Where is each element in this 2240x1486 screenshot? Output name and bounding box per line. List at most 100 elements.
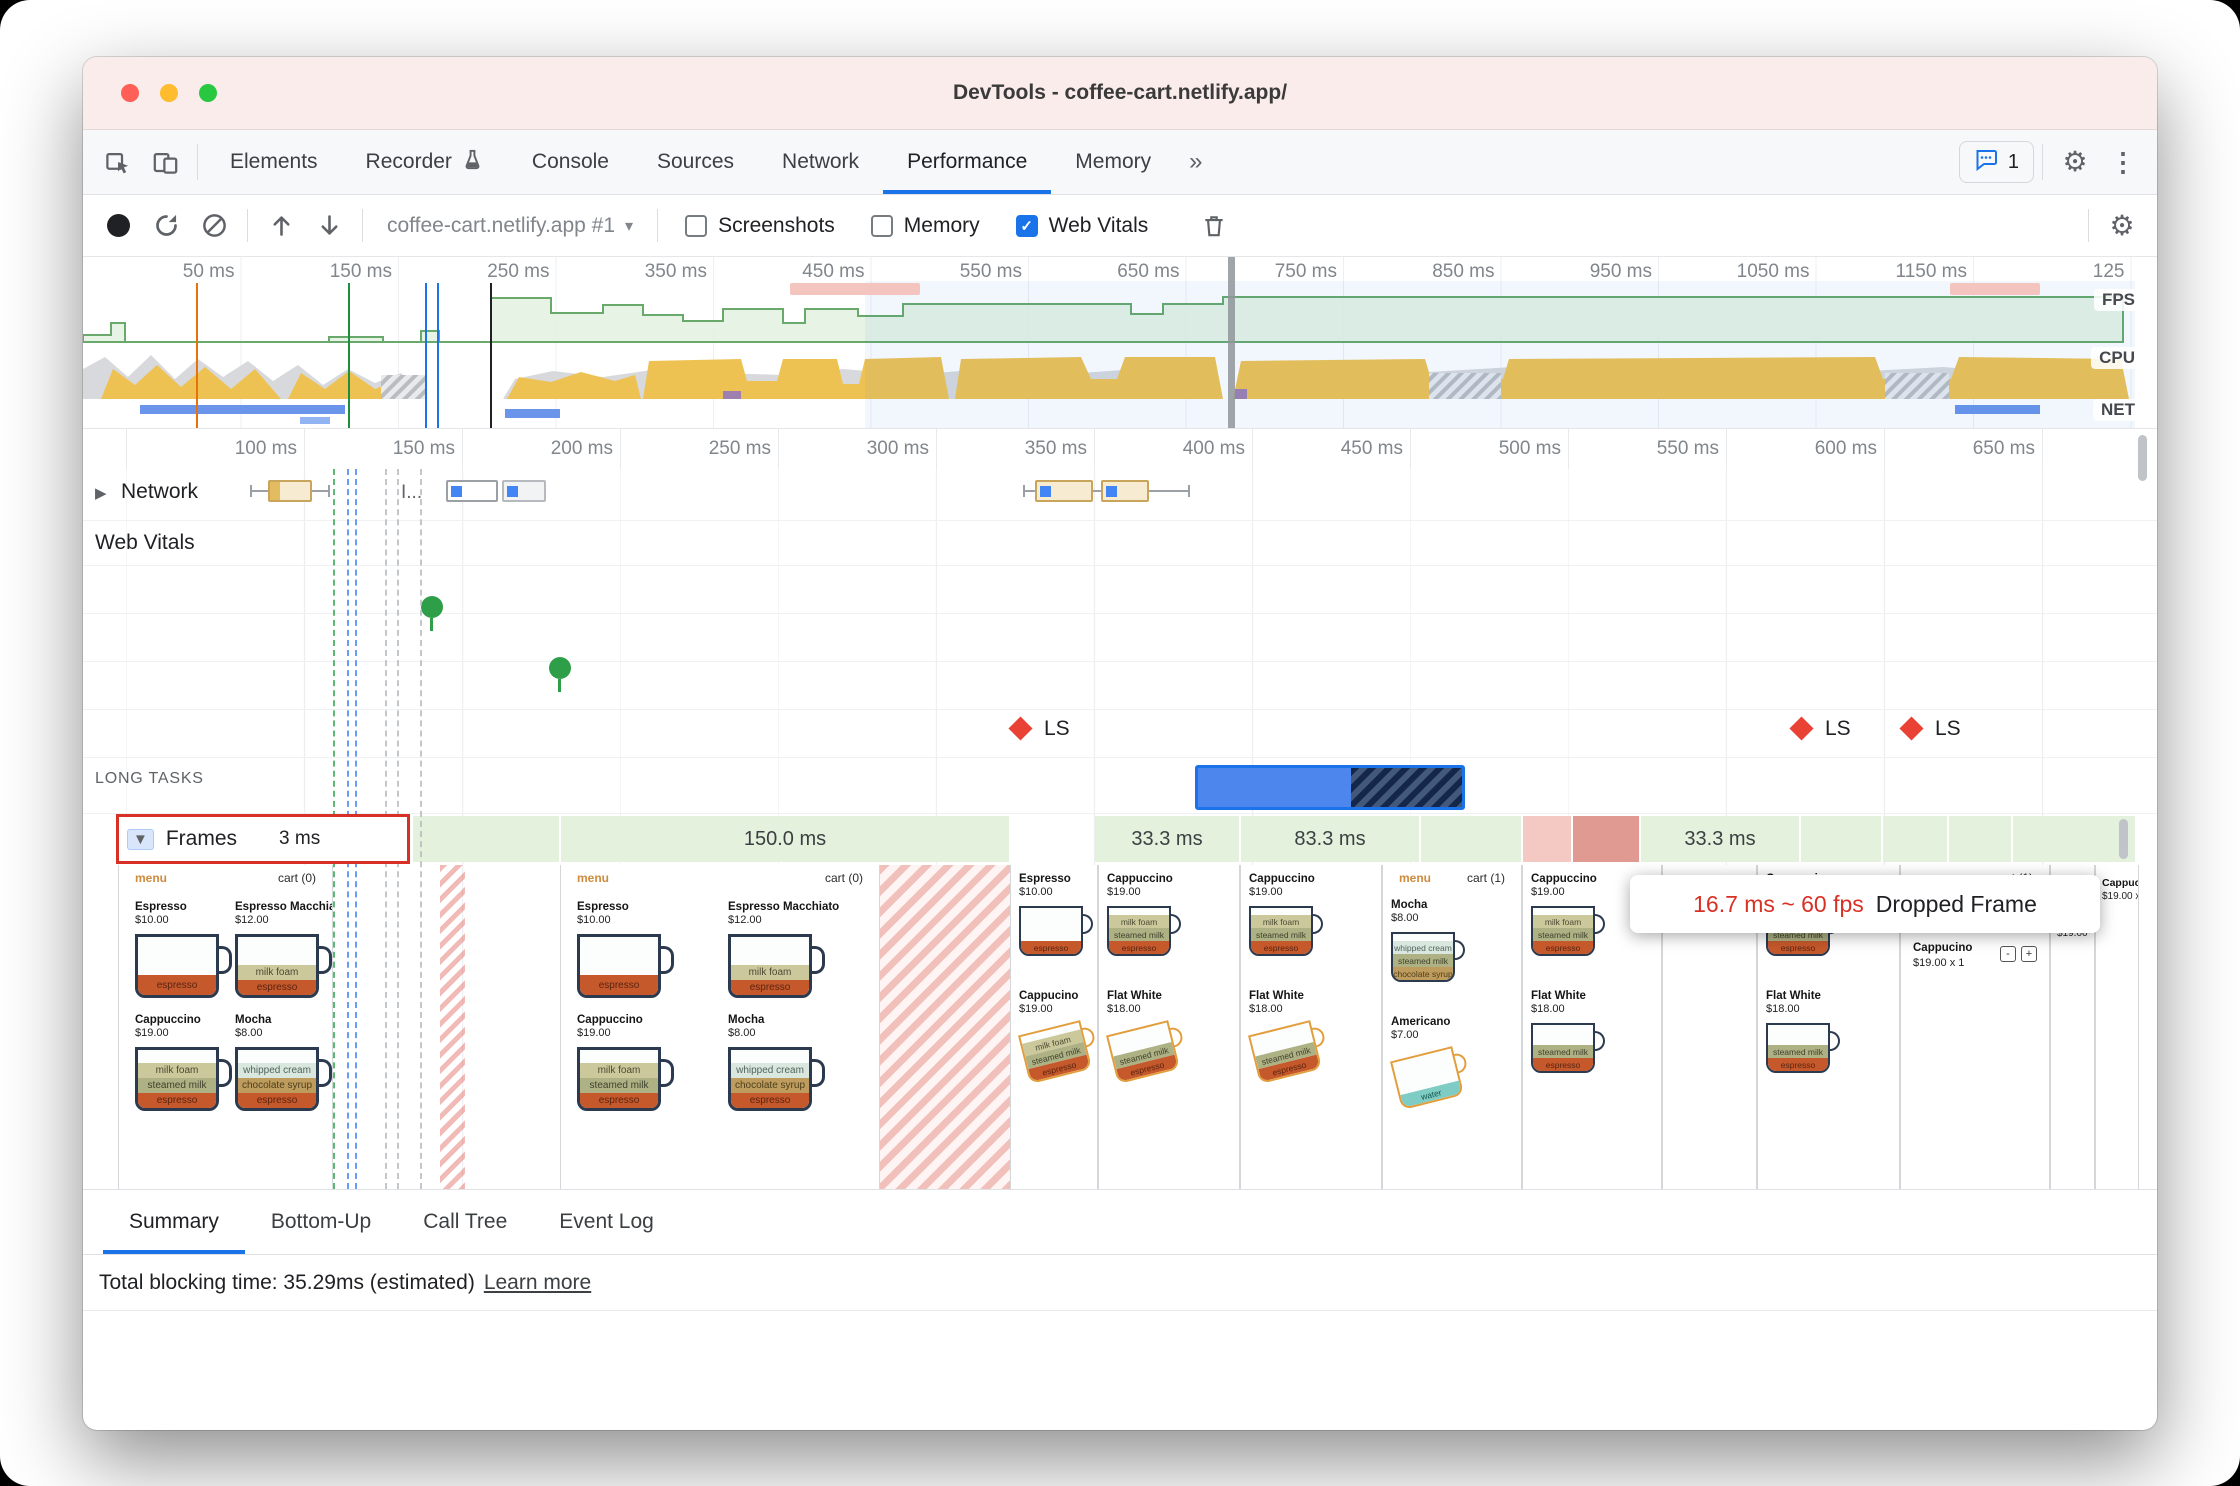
product-price: $18.00 — [1531, 1003, 1565, 1015]
ruler-tick-label: 300 ms — [866, 438, 929, 459]
timeline-ruler: 100 ms 150 ms 200 ms 250 ms 300 ms 350 ms 400 … — [83, 429, 2157, 469]
device-toolbar-icon[interactable] — [141, 139, 189, 185]
network-request-bar[interactable] — [502, 480, 546, 502]
frame-duration-label: 3 ms — [279, 828, 321, 849]
checkbox-unchecked[interactable] — [685, 214, 708, 237]
network-request-bar[interactable] — [1101, 480, 1149, 502]
clear-recording-icon[interactable] — [191, 204, 237, 248]
product: Espresso Macchiato $12.00 milk foamespre… — [227, 893, 332, 1006]
tab-memory[interactable]: Memory — [1051, 130, 1175, 194]
product-name: Espresso Macchiato — [728, 901, 840, 913]
tab-summary[interactable]: Summary — [103, 1190, 245, 1254]
layout-shift-marker[interactable] — [1008, 716, 1033, 741]
filmstrip-frame[interactable]: Espresso $10.00 espresso Cappucino $19.0… — [1010, 865, 1098, 1189]
network-request-bar[interactable] — [446, 480, 498, 502]
tab-label: Summary — [129, 1210, 219, 1233]
save-profile-icon[interactable] — [306, 204, 352, 248]
product: Cappucino $19.00 milk foam steamed milk es… — [1011, 982, 1097, 1085]
frames-track-header-selected[interactable]: ▼ Frames 3 ms — [116, 814, 410, 864]
collapse-triangle-icon[interactable]: ▼ — [127, 828, 154, 850]
partial-frame-segment[interactable] — [1523, 816, 1571, 862]
frame-segment[interactable]: 83.3 ms — [1241, 816, 1419, 862]
tab-performance[interactable]: Performance — [883, 130, 1051, 194]
frames-track-label: Frames — [165, 827, 238, 850]
frame-segment[interactable]: 33.3 ms — [1641, 816, 1799, 862]
product-price: $19.00 — [1019, 1003, 1053, 1015]
frame-segment[interactable] — [1949, 816, 2011, 862]
inspect-element-icon[interactable] — [93, 139, 141, 185]
product-price: $19.00 — [1249, 886, 1283, 898]
web-vitals-checkbox[interactable]: ✓ Web Vitals — [1015, 214, 1148, 238]
filmstrip-frame[interactable]: Cappuccino $19.00 milk foamsteamed milke… — [1240, 865, 1382, 1189]
network-request-bar[interactable] — [268, 480, 312, 502]
overview-cursor[interactable] — [1228, 257, 1235, 428]
dropped-frame-segment[interactable] — [1573, 816, 1639, 862]
network-request-bar[interactable] — [1035, 480, 1093, 502]
settings-gear-icon[interactable]: ⚙ — [2051, 139, 2099, 185]
network-track-expander[interactable]: ▶ — [95, 484, 107, 502]
zoom-window-button[interactable] — [199, 84, 217, 102]
frame-segment[interactable]: 150.0 ms — [561, 816, 1009, 862]
tab-elements[interactable]: Elements — [206, 130, 342, 194]
product-price: $8.00 — [235, 1027, 263, 1039]
frame-segment[interactable] — [1801, 816, 1881, 862]
memory-checkbox[interactable]: Memory — [870, 214, 980, 238]
web-vital-good-marker[interactable] — [421, 596, 443, 631]
record-button[interactable] — [95, 204, 141, 248]
cup-layer: steamed milk — [138, 1078, 216, 1093]
load-profile-icon[interactable] — [258, 204, 304, 248]
learn-more-link[interactable]: Learn more — [484, 1271, 591, 1295]
timeline-tracks[interactable]: ▶ Network I... Web Vitals LS LS LS LONG … — [83, 469, 2157, 1190]
frame-segment[interactable] — [1883, 816, 1947, 862]
close-window-button[interactable] — [121, 84, 139, 102]
capture-settings-gear-icon[interactable]: ⚙ — [2099, 204, 2145, 248]
tab-recorder[interactable]: Recorder — [342, 130, 508, 194]
tab-call-tree[interactable]: Call Tree — [397, 1190, 533, 1254]
product: Espresso $10.00 espresso — [569, 893, 720, 1006]
product: Cappuccino $19.00 milk foamsteamed milke… — [127, 1006, 232, 1119]
frame-segment[interactable] — [1421, 816, 1521, 862]
tab-label: Call Tree — [423, 1210, 508, 1233]
checkbox-label: Screenshots — [718, 213, 835, 237]
trash-icon[interactable] — [1191, 204, 1237, 248]
tab-console[interactable]: Console — [508, 130, 633, 194]
product-name: Cappucino — [1019, 990, 1079, 1002]
long-task-bar-selected[interactable] — [1195, 765, 1465, 810]
fcp-marker-line — [348, 283, 350, 428]
issues-counter-button[interactable]: 1 — [1958, 141, 2034, 183]
tab-sources[interactable]: Sources — [633, 130, 758, 194]
filmstrip-frame[interactable]: Cappucino $19.00 x 1 — [2095, 865, 2139, 1189]
frame-segment[interactable] — [2013, 816, 2135, 862]
checkbox-unchecked[interactable] — [870, 214, 893, 237]
coffee-cup: milk foamsteamed milkespresso — [1249, 906, 1323, 956]
more-tabs-button[interactable]: » — [1175, 130, 1216, 194]
kebab-menu-icon[interactable]: ⋮ — [2099, 139, 2147, 185]
vertical-scrollbar-thumb[interactable] — [2138, 435, 2147, 481]
frames-scrollbar-thumb[interactable] — [2119, 819, 2128, 859]
layout-shift-marker[interactable] — [1899, 716, 1924, 741]
product: Espresso $10.00 espresso — [127, 893, 232, 1006]
filmstrip-frame[interactable]: Cappuccino $19.00 milk foamsteamed milke… — [1098, 865, 1240, 1189]
ruler-tick-label: 200 ms — [550, 438, 613, 459]
filmstrip-frame[interactable]: menu cart (0) Espresso $10.00 espresso E… — [118, 865, 333, 1189]
minimize-window-button[interactable] — [160, 84, 178, 102]
frame-segment[interactable] — [413, 816, 559, 862]
screenshots-checkbox[interactable]: Screenshots — [685, 214, 835, 238]
timeline-overview[interactable]: 50 ms 150 ms 250 ms 350 ms 450 ms 550 ms 650 m… — [83, 257, 2157, 429]
filmstrip-frame[interactable]: menu cart (0) Espresso $10.00 espresso E… — [560, 865, 880, 1189]
web-vital-good-marker[interactable] — [549, 657, 571, 692]
tab-bottom-up[interactable]: Bottom-Up — [245, 1190, 397, 1254]
cup-layer: milk foam — [238, 965, 316, 980]
tab-event-log[interactable]: Event Log — [533, 1190, 680, 1254]
reload-and-record-icon[interactable] — [143, 204, 189, 248]
profile-history-select[interactable]: coffee-cart.netlify.app #1 ▾ — [373, 214, 647, 238]
tab-network[interactable]: Network — [758, 130, 883, 194]
app-header: menu cart (0) — [561, 865, 879, 891]
filmstrip-frame[interactable]: menu cart (1) Mocha $8.00 whipped cream s… — [1382, 865, 1522, 1189]
checkbox-checked[interactable]: ✓ — [1015, 214, 1038, 237]
product-name: Cappuccino — [1107, 873, 1173, 885]
frame-segment[interactable]: 33.3 ms — [1095, 816, 1239, 862]
overview-window-selection[interactable] — [865, 281, 2135, 428]
layout-shift-marker[interactable] — [1789, 716, 1814, 741]
product-price: $19.00 — [577, 1027, 611, 1039]
